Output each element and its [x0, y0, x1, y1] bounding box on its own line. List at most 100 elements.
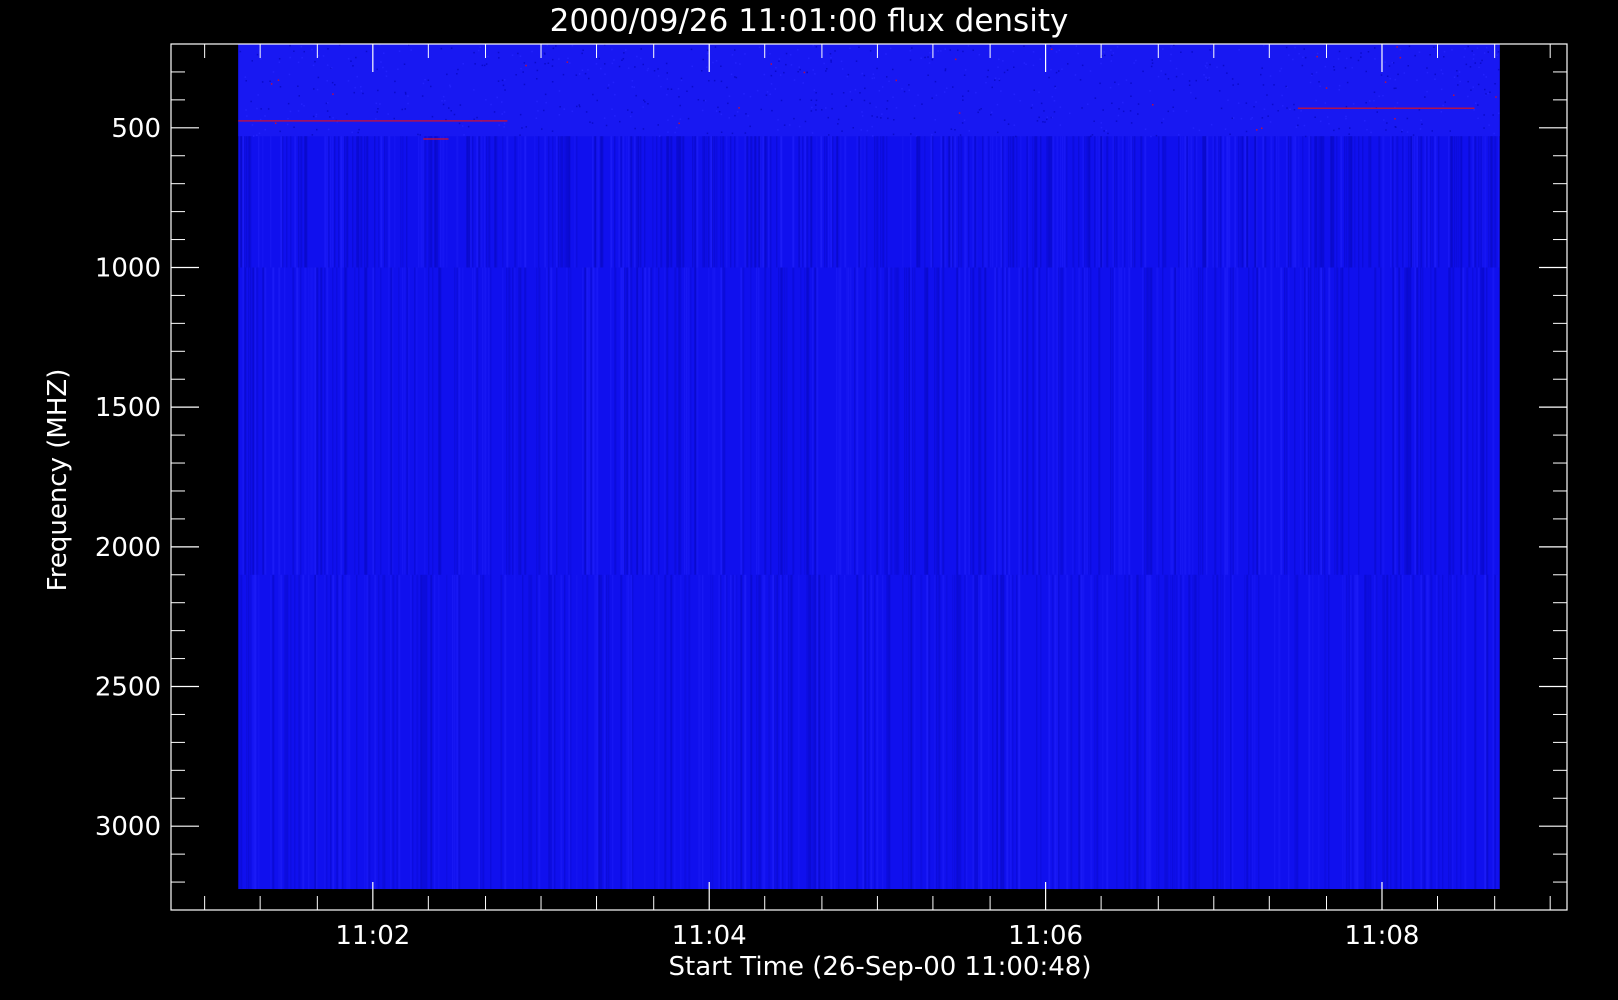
speckle: [1473, 53, 1475, 56]
stripe: [972, 267, 975, 575]
speckle: [659, 135, 661, 137]
stripe: [844, 574, 846, 890]
speckle: [1218, 90, 1221, 92]
stripe: [772, 574, 775, 890]
stripe: [1460, 136, 1463, 268]
speckle: [1286, 107, 1288, 109]
stripe: [586, 267, 589, 575]
speckle: [287, 102, 290, 105]
stripe: [644, 574, 646, 890]
stripe: [836, 136, 839, 268]
speckle: [830, 61, 832, 63]
stripe: [430, 574, 433, 890]
stripe: [808, 574, 811, 890]
stripe: [760, 136, 762, 268]
speckle: [1137, 103, 1140, 105]
x-axis-label: Start Time (26-Sep-00 11:00:48): [669, 952, 1092, 982]
stripe: [992, 136, 994, 268]
stripe: [988, 136, 990, 268]
stripe: [850, 267, 852, 575]
stripe: [1324, 267, 1326, 575]
stripe: [1378, 136, 1381, 268]
stripe: [696, 136, 699, 268]
stripe: [366, 574, 369, 890]
speckle: [303, 50, 305, 53]
speckle: [245, 109, 247, 111]
stripe: [278, 574, 281, 890]
speckle: [634, 127, 636, 130]
stripe: [364, 574, 366, 890]
speckle: [731, 132, 734, 135]
stripe: [308, 267, 310, 575]
speckle: [1485, 46, 1488, 49]
speckle: [1297, 124, 1299, 127]
speckle: [261, 81, 264, 83]
stripe: [1256, 267, 1259, 575]
speckle: [1434, 73, 1436, 76]
stripe: [666, 267, 669, 575]
hot-speckle: [954, 58, 957, 61]
stripe: [1354, 574, 1357, 890]
stripe: [992, 574, 994, 890]
stripe: [456, 574, 459, 890]
speckle: [1112, 52, 1115, 54]
stripe: [1384, 574, 1386, 890]
speckle: [1261, 117, 1264, 119]
stripe: [734, 574, 736, 890]
speckle: [1232, 117, 1235, 119]
stripe: [596, 136, 599, 268]
stripe: [730, 574, 732, 890]
stripe: [1078, 574, 1081, 890]
speckle: [952, 86, 954, 88]
speckle: [1401, 129, 1403, 131]
speckle: [903, 90, 906, 93]
stripe: [1012, 574, 1014, 890]
stripe: [240, 136, 243, 268]
speckle: [449, 84, 451, 87]
stripe: [1158, 574, 1160, 890]
stripe: [1394, 136, 1396, 268]
stripe: [302, 574, 305, 890]
stripe: [734, 136, 736, 268]
stripe: [324, 574, 326, 890]
speckle: [1150, 65, 1153, 68]
speckle: [731, 54, 734, 56]
stripe: [306, 136, 308, 268]
stripe: [1206, 267, 1208, 575]
speckle: [1151, 59, 1153, 61]
speckle: [481, 64, 484, 67]
speckle: [579, 105, 581, 108]
stripe: [750, 574, 753, 890]
speckle: [476, 116, 478, 119]
stripe: [856, 574, 859, 890]
stripe: [392, 574, 395, 890]
stripe: [1102, 574, 1104, 890]
speckle: [258, 132, 261, 135]
speckle: [944, 69, 947, 72]
speckle: [931, 133, 933, 136]
stripe: [984, 136, 987, 268]
speckle: [1376, 111, 1378, 113]
stripe: [1434, 136, 1437, 268]
speckle: [424, 78, 426, 81]
stripe: [964, 136, 967, 268]
speckle: [766, 91, 769, 93]
speckle: [830, 59, 832, 62]
speckle: [978, 109, 981, 111]
speckle: [360, 90, 363, 92]
speckle: [322, 55, 325, 57]
speckle: [1476, 47, 1479, 49]
speckle: [1013, 93, 1016, 96]
speckle: [790, 64, 793, 66]
speckle: [1180, 51, 1182, 53]
speckle: [1100, 122, 1102, 124]
stripe: [1182, 267, 1184, 575]
speckle: [1389, 77, 1391, 80]
stripe: [1334, 267, 1336, 575]
speckle: [1345, 117, 1347, 120]
speckle: [444, 99, 446, 102]
speckle: [246, 115, 248, 117]
speckle: [1477, 117, 1479, 120]
stripe: [952, 574, 954, 890]
speckle: [1157, 75, 1160, 78]
